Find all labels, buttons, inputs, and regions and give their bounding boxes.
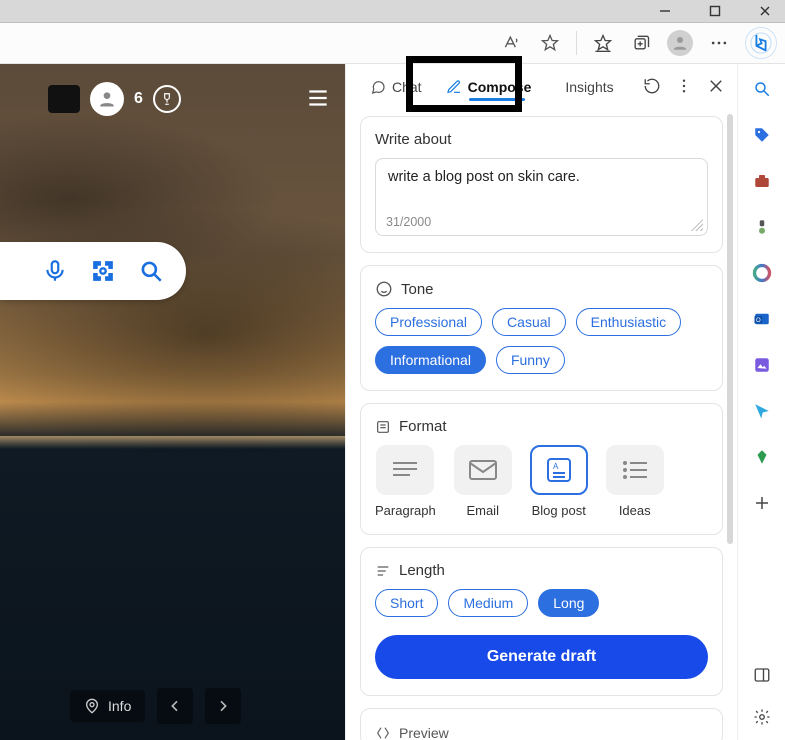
rail-shopping-tag-icon[interactable] (751, 124, 773, 146)
location-split-icon[interactable] (751, 664, 773, 686)
collections-icon[interactable] (629, 31, 653, 55)
close-sidebar-icon[interactable] (707, 77, 725, 98)
window-titlebar (0, 0, 785, 22)
length-long[interactable]: Long (538, 589, 599, 617)
favorites-list-icon[interactable] (591, 31, 615, 55)
tone-casual[interactable]: Casual (492, 308, 566, 336)
generate-draft-button[interactable]: Generate draft (375, 635, 708, 679)
format-ideas-label: Ideas (619, 503, 651, 518)
voice-search-icon[interactable] (42, 258, 68, 284)
length-label: Length (399, 562, 445, 579)
textarea-resize-handle[interactable] (691, 219, 703, 231)
rail-games-icon[interactable] (751, 216, 773, 238)
rail-search-icon[interactable] (751, 78, 773, 100)
window-minimize-button[interactable] (651, 2, 679, 20)
rewards-score: 6 (134, 90, 143, 108)
edge-right-rail: O (737, 64, 785, 740)
tab-insights[interactable]: Insights (543, 69, 625, 105)
rewards-badge-icon[interactable] (153, 85, 181, 113)
chat-icon (370, 79, 386, 95)
sidebar-more-icon[interactable] (675, 77, 693, 98)
window-close-button[interactable] (751, 2, 779, 20)
search-icon[interactable] (138, 258, 164, 284)
profile-avatar[interactable] (667, 30, 693, 56)
format-ideas[interactable]: Ideas (606, 445, 664, 518)
rail-toolbox-icon[interactable] (751, 170, 773, 192)
browser-toolbar (0, 22, 785, 64)
compose-prompt-text: write a blog post on skin care. (388, 169, 580, 185)
preview-icon (375, 725, 391, 740)
rail-settings-icon[interactable] (751, 706, 773, 728)
tone-professional[interactable]: Professional (375, 308, 482, 336)
svg-text:O: O (756, 318, 761, 324)
write-about-label: Write about (375, 131, 708, 148)
tone-enthusiastic[interactable]: Enthusiastic (576, 308, 681, 336)
rail-m365-icon[interactable] (751, 262, 773, 284)
length-medium[interactable]: Medium (448, 589, 528, 617)
format-email[interactable]: Email (454, 445, 512, 518)
read-aloud-icon[interactable] (500, 31, 524, 55)
refresh-icon[interactable] (643, 77, 661, 98)
tab-chat-label: Chat (392, 79, 422, 95)
format-icon (375, 419, 391, 435)
format-blog-post[interactable]: A Blog post (530, 445, 588, 518)
length-card: Length Short Medium Long Generate draft (360, 547, 723, 696)
window-maximize-button[interactable] (701, 2, 729, 20)
tone-label: Tone (401, 281, 434, 298)
format-email-label: Email (466, 503, 499, 518)
format-paragraph-label: Paragraph (375, 503, 436, 518)
favorite-star-icon[interactable] (538, 31, 562, 55)
tab-chat[interactable]: Chat (358, 69, 434, 105)
next-background-button[interactable] (205, 688, 241, 724)
page-logo (48, 85, 80, 113)
sidebar-scrollbar[interactable] (727, 114, 733, 544)
format-blog-label: Blog post (532, 503, 586, 518)
new-tab-background: 6 Info (0, 64, 345, 740)
tone-funny[interactable]: Funny (496, 346, 565, 374)
sidebar-tab-header: Chat Compose Insights (346, 64, 737, 110)
compose-prompt-input[interactable]: write a blog post on skin care. 31/2000 (375, 158, 708, 236)
preview-label: Preview (399, 725, 449, 740)
tab-compose-label: Compose (468, 79, 532, 95)
preview-card: Preview (360, 708, 723, 740)
bing-sidebar-button[interactable] (745, 27, 777, 59)
rail-add-icon[interactable] (751, 492, 773, 514)
search-box[interactable] (0, 242, 186, 300)
discover-sidebar: Chat Compose Insights (345, 64, 737, 740)
length-short[interactable]: Short (375, 589, 438, 617)
tone-card: Tone Professional Casual Enthusiastic In… (360, 265, 723, 391)
format-card: Format Paragraph Email A Blog post (360, 403, 723, 535)
user-avatar[interactable] (90, 82, 124, 116)
svg-text:A: A (553, 462, 559, 471)
background-info-button[interactable]: Info (70, 690, 145, 722)
more-menu-icon[interactable] (707, 31, 731, 55)
compose-icon (446, 79, 462, 95)
format-label: Format (399, 418, 447, 435)
tone-informational[interactable]: Informational (375, 346, 486, 374)
toolbar-divider (576, 31, 577, 55)
compose-char-count: 31/2000 (386, 215, 431, 229)
rail-drop-icon[interactable] (751, 400, 773, 422)
tone-icon (375, 280, 393, 298)
rail-efficiency-icon[interactable] (751, 446, 773, 468)
write-about-card: Write about write a blog post on skin ca… (360, 116, 723, 253)
tab-compose[interactable]: Compose (434, 69, 544, 105)
tab-insights-label: Insights (565, 79, 613, 95)
format-paragraph[interactable]: Paragraph (375, 445, 436, 518)
page-settings-menu-icon[interactable] (305, 85, 331, 114)
length-icon (375, 563, 391, 579)
rail-image-creator-icon[interactable] (751, 354, 773, 376)
prev-background-button[interactable] (157, 688, 193, 724)
rail-outlook-icon[interactable]: O (751, 308, 773, 330)
info-label: Info (108, 698, 131, 714)
image-search-icon[interactable] (90, 258, 116, 284)
